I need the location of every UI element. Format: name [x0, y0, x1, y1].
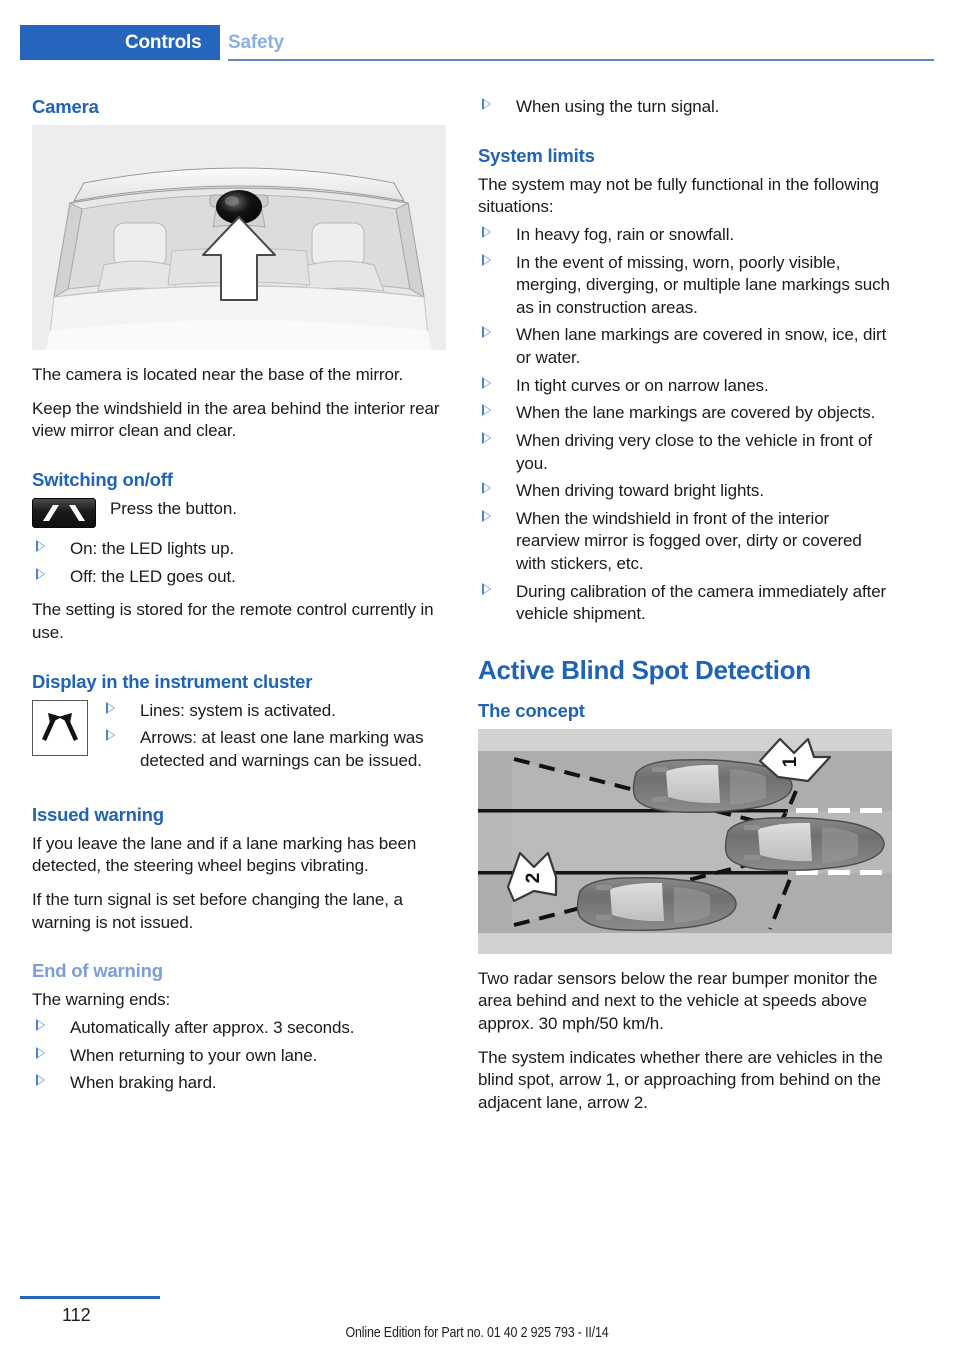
list-item-label: During calibration of the camera immedia…: [516, 581, 887, 624]
switching-bullet-list: On: the LED lights up. Off: the LED goes…: [32, 538, 446, 588]
list-item-label: When lane markings are covered in snow, …: [516, 325, 887, 368]
chapter-title-active-blind-spot-detection: Active Blind Spot Detection: [478, 654, 811, 685]
heading-system-limits: System limits: [478, 144, 595, 166]
blind-spot-paragraph-2: The system indicates whether there are v…: [478, 1047, 883, 1112]
heading-switching-on-off: Switching on/off: [32, 469, 173, 491]
list-item-label: When using the turn signal.: [516, 97, 720, 116]
list-item: When driving toward bright lights.: [478, 480, 892, 503]
list-item-label: Lines: system is activated.: [140, 700, 336, 720]
end-of-warning-bullet-list: Automatically after approx. 3 seconds. W…: [32, 1017, 446, 1095]
list-item-label: When returning to your own lane.: [70, 1045, 318, 1065]
triangle-bullet-icon: [36, 540, 45, 553]
triangle-bullet-icon: [36, 1019, 45, 1032]
manual-page: Controls Safety Camera The camera is loc…: [0, 0, 954, 1354]
triangle-bullet-icon: [482, 253, 491, 266]
tab-safety[interactable]: Safety: [228, 25, 284, 60]
list-item: When returning to your own lane.: [32, 1045, 446, 1068]
press-button-text: Press the button.: [110, 499, 237, 519]
system-limits-bullet-list: In heavy fog, rain or snowfall. In the e…: [478, 224, 892, 626]
list-item-label: When braking hard.: [70, 1073, 217, 1093]
list-item: In heavy fog, rain or snowfall.: [478, 224, 892, 247]
triangle-bullet-icon: [36, 567, 45, 580]
triangle-bullet-icon: [482, 582, 491, 595]
blind-spot-paragraph-1: Two radar sensors below the rear bumper …: [478, 968, 878, 1034]
heading-the-concept: The concept: [478, 699, 585, 721]
list-item: Arrows: at least one lane marking was de…: [102, 727, 446, 772]
triangle-bullet-icon: [482, 482, 491, 495]
list-item: In tight curves or on narrow lanes.: [478, 375, 892, 398]
list-item: During calibration of the camera immedia…: [478, 581, 892, 626]
cluster-bullet-list: Lines: system is activated. Arrows: at l…: [102, 700, 446, 778]
heading-issued-warning: Issued warning: [32, 803, 164, 825]
turn-signal-bullet-list: When using the turn signal.: [478, 96, 892, 119]
switching-paragraph: The setting is stored for the remote con…: [32, 600, 434, 643]
lane-marking-arrows-icon: [32, 699, 88, 756]
camera-location-illustration: [32, 125, 446, 351]
list-item: On: the LED lights up.: [32, 538, 446, 561]
triangle-bullet-icon: [36, 1046, 45, 1059]
blind-spot-detection-diagram: 1 2: [478, 728, 892, 954]
page-header: Controls Safety: [0, 25, 954, 60]
tab-controls-label: Controls: [125, 31, 202, 53]
issued-warning-paragraph-1: If you leave the lane and if a lane mark…: [32, 833, 417, 876]
list-item-label: In the event of missing, worn, poorly vi…: [516, 252, 890, 317]
list-item-label: Off: the LED goes out.: [70, 566, 236, 586]
tab-safety-label: Safety: [228, 31, 284, 53]
list-item-label: When the windshield in front of the inte…: [516, 508, 862, 573]
list-item: In the event of missing, worn, poorly vi…: [478, 252, 892, 320]
list-item-label: When driving toward bright lights.: [516, 481, 764, 501]
list-item: Automatically after approx. 3 seconds.: [32, 1017, 446, 1040]
right-column: When using the turn signal. System limit…: [478, 96, 892, 1126]
list-item: When lane markings are covered in snow, …: [478, 324, 892, 369]
triangle-bullet-icon: [482, 226, 491, 239]
page-number: 112: [62, 1305, 91, 1325]
triangle-bullet-icon: [36, 1074, 45, 1087]
lane-departure-button-icon[interactable]: [32, 498, 96, 529]
triangle-bullet-icon: [482, 98, 491, 110]
press-button-row: Press the button.: [32, 498, 446, 529]
list-item: Off: the LED goes out.: [32, 566, 446, 589]
list-item-label: Automatically after approx. 3 seconds.: [70, 1018, 355, 1038]
list-item-label: Arrows: at least one lane marking was de…: [140, 728, 424, 771]
left-column: Camera The camera is located near the ba…: [32, 96, 446, 1106]
list-item-label: On: the LED lights up.: [70, 539, 235, 559]
svg-text:2: 2: [523, 873, 544, 884]
triangle-bullet-icon: [482, 326, 491, 339]
camera-paragraph-1: The camera is located near the base of t…: [32, 365, 404, 385]
system-limits-intro: The system may not be fully functional i…: [478, 174, 879, 217]
heading-camera: Camera: [32, 96, 99, 117]
list-item-label: In heavy fog, rain or snowfall.: [516, 225, 735, 245]
list-item: When using the turn signal.: [478, 96, 892, 119]
header-divider: [228, 59, 934, 61]
triangle-bullet-icon: [482, 376, 491, 389]
list-item-label: When driving very close to the vehicle i…: [516, 430, 872, 473]
heading-display-instrument-cluster: Display in the instrument cluster: [32, 670, 313, 692]
list-item: When the windshield in front of the inte…: [478, 508, 892, 576]
list-item-label: When the lane markings are covered by ob…: [516, 403, 876, 423]
list-item: When braking hard.: [32, 1072, 446, 1095]
triangle-bullet-icon: [482, 431, 491, 444]
list-item: When the lane markings are covered by ob…: [478, 402, 892, 425]
list-item-label: In tight curves or on narrow lanes.: [516, 375, 769, 395]
svg-text:1: 1: [780, 756, 801, 767]
list-item: Lines: system is activated.: [102, 700, 446, 723]
triangle-bullet-icon: [482, 509, 491, 522]
footer-divider: [20, 1296, 160, 1299]
end-of-warning-intro: The warning ends:: [32, 990, 171, 1010]
heading-end-of-warning: End of warning: [32, 960, 163, 982]
list-item: When driving very close to the vehicle i…: [478, 430, 892, 475]
issued-warning-paragraph-2: If the turn signal is set before changin…: [32, 890, 403, 932]
cluster-row: Lines: system is activated. Arrows: at l…: [32, 699, 446, 778]
triangle-bullet-icon: [482, 404, 491, 417]
edition-notice: Online Edition for Part no. 01 40 2 925 …: [345, 1325, 609, 1341]
camera-paragraph-2: Keep the windshield in the area behind t…: [32, 398, 440, 441]
tab-controls[interactable]: Controls: [20, 25, 220, 60]
